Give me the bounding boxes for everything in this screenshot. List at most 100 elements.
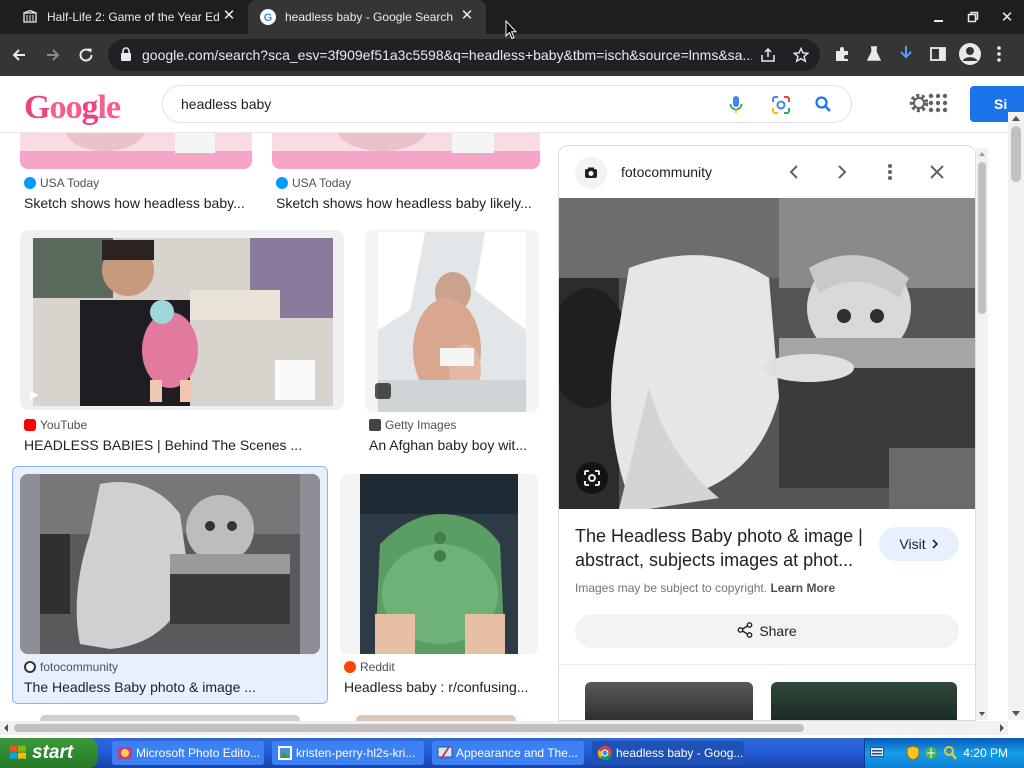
taskbar-label: kristen-perry-hl2s-kri... [296, 746, 416, 760]
result-source-1: USA Today [24, 176, 99, 190]
search-icon[interactable] [814, 95, 832, 116]
taskbar-photo-editor[interactable]: Microsoft Photo Edito... [112, 741, 264, 765]
source-label: Getty Images [385, 418, 457, 432]
address-bar[interactable]: google.com/search?sca_esv=3f909ef51a3c55… [108, 39, 820, 71]
result-image-5[interactable] [20, 474, 320, 654]
source-label: Reddit [360, 660, 395, 674]
panel-site-name[interactable]: fotocommunity [621, 164, 712, 180]
result-image-3[interactable]: ▶ [20, 230, 344, 410]
usatoday-icon [24, 177, 36, 189]
horizontal-scrollbar[interactable] [0, 721, 1008, 735]
taskbar-label: Microsoft Photo Edito... [136, 746, 261, 760]
share-page-icon[interactable] [760, 47, 776, 66]
result-title-2[interactable]: Sketch shows how headless baby likely... [276, 195, 538, 211]
system-tray: 4:20 PM [864, 738, 1024, 768]
reddit-icon [344, 661, 356, 673]
related-image-2[interactable] [771, 682, 957, 720]
chrome-icon [597, 745, 613, 761]
google-logo[interactable]: Google [24, 89, 121, 127]
google-apps-icon[interactable] [928, 93, 948, 116]
taskbar-appearance[interactable]: Appearance and The... [432, 741, 584, 765]
lock-icon[interactable] [120, 47, 132, 65]
screen: Half-Life 2: Game of the Year Edition ✕ … [0, 0, 1024, 768]
learn-more-link[interactable]: Learn More [770, 581, 835, 595]
chevron-right-icon [932, 536, 939, 552]
next-image-icon[interactable] [831, 161, 853, 183]
clock: 4:20 PM [963, 746, 1008, 760]
source-label: YouTube [40, 418, 88, 432]
tab-google-search[interactable]: G headless baby - Google Search ✕ [248, 0, 486, 34]
copyright-text: Images may be subject to copyright. [575, 581, 768, 595]
search-box[interactable] [162, 85, 852, 123]
search-input[interactable] [181, 86, 701, 122]
windows-taskbar: start Microsoft Photo Edito... kristen-p… [0, 738, 1024, 768]
close-panel-icon[interactable] [926, 161, 948, 183]
result-title-1[interactable]: Sketch shows how headless baby... [24, 195, 260, 211]
bookmark-star-icon[interactable] [792, 46, 810, 66]
steam-icon [22, 9, 38, 25]
visit-button[interactable]: Visit [879, 527, 959, 561]
url-text: google.com/search?sca_esv=3f909ef51a3c55… [142, 47, 752, 63]
more-options-icon[interactable] [879, 161, 901, 183]
result-title-5[interactable]: The Headless Baby photo & image ... [24, 679, 324, 695]
close-window-icon[interactable]: ✕ [990, 0, 1024, 34]
result-image-1[interactable] [20, 133, 252, 169]
reload-icon[interactable] [75, 44, 97, 66]
microphone-icon[interactable] [729, 95, 743, 118]
side-panel-icon[interactable] [929, 45, 947, 66]
tab-half-life[interactable]: Half-Life 2: Game of the Year Edition ✕ [8, 0, 248, 34]
taskbar-chrome[interactable]: headless baby - Goog... [592, 741, 744, 765]
result-title-6[interactable]: Headless baby : r/confusing... [344, 679, 540, 695]
svg-text:G: G [264, 12, 273, 24]
close-tab-icon[interactable]: ✕ [222, 8, 236, 23]
taskbar-label: headless baby - Goog... [616, 746, 744, 760]
keyboard-icon[interactable] [870, 746, 884, 761]
flask-icon[interactable] [865, 45, 883, 66]
security-shield-icon[interactable] [906, 745, 920, 764]
result-image-4[interactable] [365, 230, 539, 412]
previous-image-icon[interactable] [783, 161, 805, 183]
back-icon[interactable] [8, 44, 30, 66]
network-icon[interactable] [924, 745, 938, 764]
panel-divider [559, 664, 975, 665]
result-title-3[interactable]: HEADLESS BABIES | Behind The Scenes ... [24, 437, 324, 453]
video-play-icon: ▶ [30, 389, 39, 401]
usatoday-icon [276, 177, 288, 189]
minimize-icon[interactable] [922, 0, 956, 34]
chrome-menu-icon[interactable] [996, 45, 1002, 66]
profile-avatar-icon[interactable] [958, 42, 982, 69]
result-source-4: Getty Images [369, 418, 456, 432]
tab-title: Half-Life 2: Game of the Year Edition [47, 10, 219, 24]
getty-icon [369, 419, 381, 431]
forward-icon[interactable] [42, 44, 64, 66]
search-tray-icon[interactable] [943, 745, 957, 764]
settings-gear-icon[interactable] [908, 92, 930, 117]
extensions-icon[interactable] [833, 45, 851, 66]
panel-image-title[interactable]: The Headless Baby photo & image | abstra… [575, 524, 875, 572]
google-lens-icon[interactable] [771, 95, 791, 118]
lens-search-icon[interactable] [576, 462, 608, 494]
start-label: start [32, 742, 74, 763]
start-button[interactable]: start [0, 738, 98, 768]
related-image-1[interactable] [585, 682, 753, 720]
download-icon[interactable] [898, 45, 914, 66]
display-properties-icon [437, 745, 453, 761]
page-scrollbar[interactable] [1008, 112, 1024, 720]
share-label: Share [759, 623, 797, 639]
source-label: fotocommunity [40, 660, 119, 674]
result-image-6[interactable] [340, 474, 538, 654]
panel-scrollbar[interactable] [976, 148, 988, 720]
taskbar-image-file[interactable]: kristen-perry-hl2s-kri... [272, 741, 424, 765]
panel-header: fotocommunity [559, 146, 975, 198]
preview-image[interactable] [559, 198, 975, 509]
restore-icon[interactable] [956, 0, 990, 34]
mouse-cursor-icon [505, 19, 518, 43]
close-tab-icon[interactable]: ✕ [460, 8, 474, 23]
photo-editor-icon [117, 745, 133, 761]
share-button[interactable]: Share [575, 614, 959, 648]
image-preview-panel: fotocommunity The Headless Baby photo & … [558, 145, 976, 721]
result-image-2[interactable] [272, 133, 540, 169]
result-source-6: Reddit [344, 660, 395, 674]
result-source-5: fotocommunity [24, 660, 118, 674]
result-title-4[interactable]: An Afghan baby boy wit... [369, 437, 539, 453]
